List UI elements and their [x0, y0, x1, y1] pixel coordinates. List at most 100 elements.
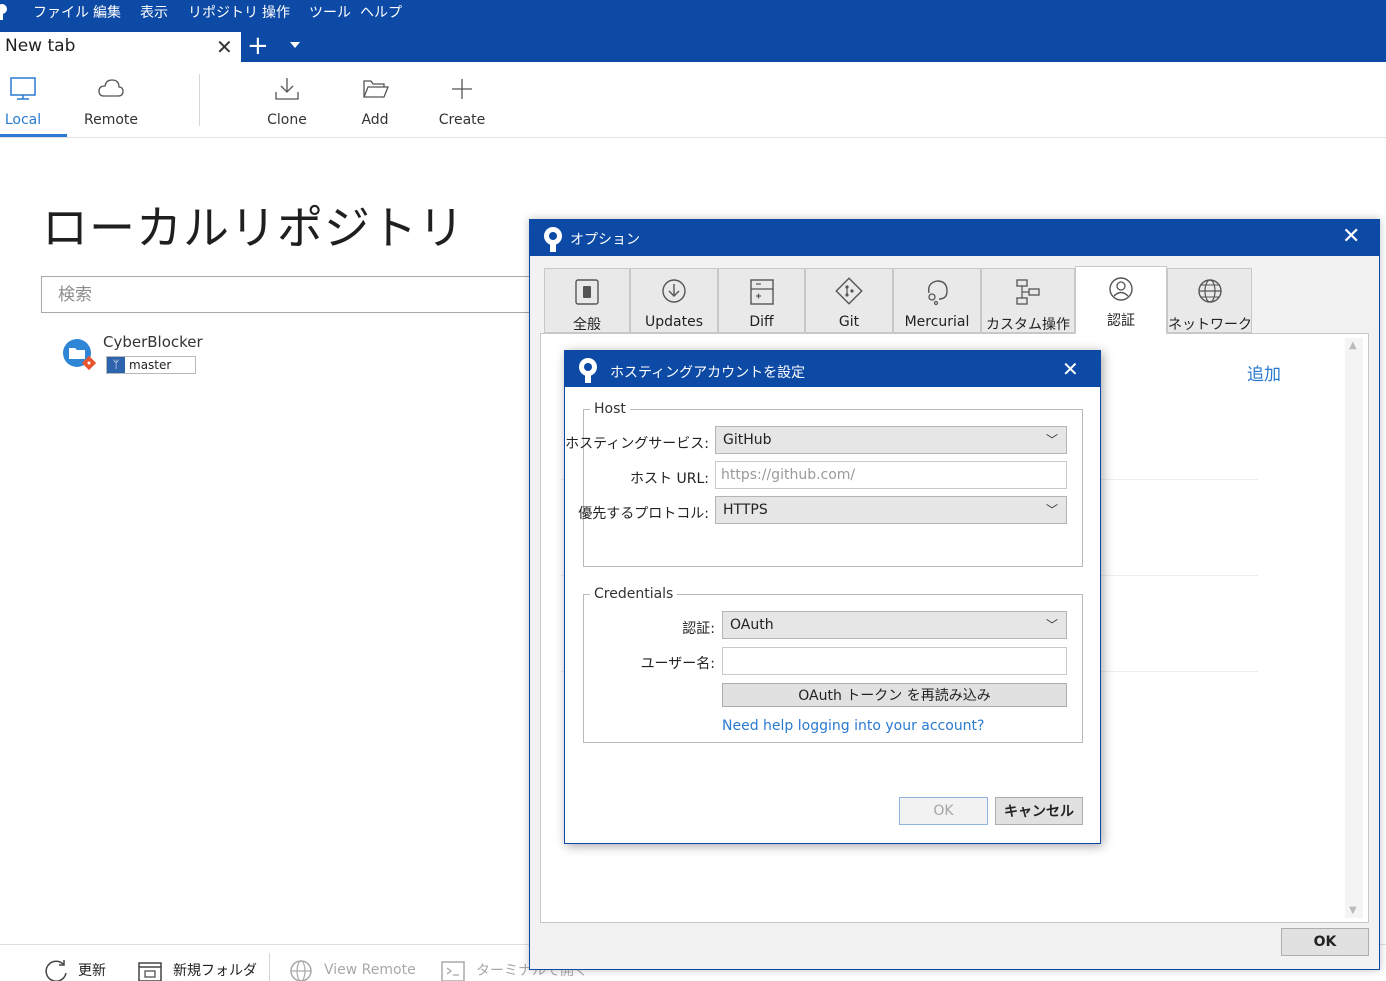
tab-mercurial-label: Mercurial — [904, 314, 970, 330]
chevron-down-icon: ﹀ — [1045, 618, 1058, 632]
view-remote-button[interactable]: View Remote — [288, 959, 416, 981]
menu-actions[interactable]: 操作 — [262, 3, 290, 23]
tab-updates[interactable]: Updates — [630, 268, 718, 333]
protocol-select[interactable]: HTTPS ﹀ — [715, 496, 1067, 524]
git-repository-icon — [63, 339, 96, 371]
add-label: Add — [361, 112, 389, 128]
active-tab-underline — [0, 134, 67, 137]
host-url-label: ホスト URL: — [630, 471, 709, 487]
terminal-icon — [441, 961, 465, 981]
globe-icon — [290, 960, 312, 981]
add-account-link[interactable]: 追加 — [1247, 360, 1281, 385]
host-url-input[interactable] — [716, 462, 1066, 488]
tab-git-label: Git — [838, 314, 860, 330]
remote-button[interactable]: Remote — [80, 62, 142, 138]
auth-label: 認証: — [682, 621, 715, 637]
tab-updates-label: Updates — [645, 314, 703, 330]
options-title: オプション — [570, 232, 640, 248]
new-folder-icon — [138, 962, 162, 981]
toolbar-separator — [199, 74, 200, 126]
tab-diff[interactable]: Diff — [718, 268, 805, 333]
username-field[interactable] — [722, 647, 1067, 675]
tab-authentication-label: 認証 — [1107, 313, 1135, 329]
hosting-cancel-button[interactable]: キャンセル — [995, 797, 1083, 825]
diff-icon — [749, 279, 774, 305]
refresh-button[interactable]: 更新 — [42, 959, 106, 981]
options-close-icon[interactable]: ✕ — [1342, 224, 1360, 249]
tab-general-label: 全般 — [573, 317, 601, 333]
local-label: Local — [4, 112, 42, 128]
branch-icon: ᛘ — [107, 357, 125, 373]
clone-button[interactable]: Clone — [262, 62, 312, 138]
tab-general[interactable]: 全般 — [544, 268, 630, 333]
repository-list-item[interactable]: CyberBlocker ᛘ master — [60, 330, 260, 378]
tab-mercurial[interactable]: Mercurial — [893, 268, 981, 333]
host-url-field[interactable] — [715, 461, 1067, 489]
add-tab-button[interactable]: + — [247, 31, 269, 61]
menu-tools[interactable]: ツール — [309, 3, 351, 23]
login-help-link[interactable]: Need help logging into your account? — [722, 718, 984, 734]
protocol-value: HTTPS — [723, 502, 768, 518]
cloud-icon — [98, 79, 124, 97]
view-remote-label: View Remote — [324, 962, 416, 978]
repository-name: CyberBlocker — [103, 333, 203, 351]
new-folder-button[interactable]: 新規フォルダ — [137, 959, 257, 981]
scroll-up-icon[interactable]: ▲ — [1349, 340, 1357, 351]
close-tab-icon[interactable]: ✕ — [216, 35, 233, 59]
tab-label: New tab — [5, 36, 76, 56]
scroll-down-icon[interactable]: ▼ — [1349, 905, 1357, 916]
options-titlebar: オプション ✕ — [530, 220, 1379, 256]
hosting-service-value: GitHub — [723, 432, 772, 448]
hosting-account-dialog: ホスティングアカウントを設定 ✕ Host ホスティングサービス: GitHub… — [564, 350, 1101, 844]
chevron-down-icon: ﹀ — [1045, 433, 1058, 447]
options-ok-button[interactable]: OK — [1281, 928, 1369, 956]
chevron-down-icon: ﹀ — [1045, 503, 1058, 517]
menu-file[interactable]: ファイル — [33, 3, 89, 23]
hosting-dialog-title: ホスティングアカウントを設定 — [610, 365, 806, 381]
username-input[interactable] — [723, 648, 1066, 674]
hosting-ok-button[interactable]: OK — [899, 797, 988, 825]
menu-bar: ファイル 編集 表示 リポジトリ 操作 ツール ヘルプ — [0, 0, 1386, 26]
hosting-dialog-close-icon[interactable]: ✕ — [1062, 357, 1079, 381]
tab-git[interactable]: Git — [805, 268, 893, 333]
tab-custom-actions[interactable]: カスタム操作 — [981, 268, 1075, 333]
git-icon — [835, 277, 863, 305]
mercurial-icon — [927, 280, 948, 306]
hosting-dialog-titlebar: ホスティングアカウントを設定 ✕ — [565, 351, 1100, 387]
tab-custom-actions-label: カスタム操作 — [986, 317, 1070, 333]
hosting-service-select[interactable]: GitHub ﹀ — [715, 426, 1067, 454]
credentials-legend: Credentials — [594, 586, 674, 602]
refresh-label: 更新 — [78, 963, 106, 979]
tab-authentication[interactable]: 認証 — [1075, 266, 1167, 334]
branch-badge: ᛘ master — [106, 356, 197, 374]
options-scrollbar[interactable]: ▲ ▼ — [1345, 338, 1363, 918]
menu-edit[interactable]: 編集 — [93, 3, 121, 23]
search-input[interactable] — [42, 277, 540, 312]
tab-dropdown-icon[interactable] — [290, 42, 300, 48]
menu-repository[interactable]: リポジトリ — [188, 3, 258, 23]
tab-new-tab[interactable]: New tab ✕ — [0, 32, 241, 62]
tab-diff-label: Diff — [749, 314, 774, 330]
branch-name: master — [129, 358, 172, 372]
search-box[interactable] — [41, 276, 541, 313]
menu-help[interactable]: ヘルプ — [360, 3, 402, 23]
menu-view[interactable]: 表示 — [140, 3, 168, 23]
tab-network[interactable]: ネットワーク — [1167, 268, 1252, 333]
auth-select[interactable]: OAuth ﹀ — [722, 611, 1067, 639]
monitor-icon — [10, 77, 36, 100]
flowchart-icon — [1016, 279, 1040, 305]
toolbar: Local Remote Clone Add Create — [0, 62, 1386, 138]
sourcetree-app-icon — [579, 358, 597, 383]
username-label: ユーザー名: — [640, 656, 715, 672]
tab-network-label: ネットワーク — [1168, 317, 1252, 333]
local-button[interactable]: Local — [0, 62, 46, 138]
globe-icon — [1197, 279, 1222, 303]
download-circle-icon — [662, 279, 686, 303]
create-label: Create — [438, 112, 486, 128]
host-legend: Host — [594, 401, 626, 417]
reload-oauth-token-button[interactable]: OAuth トークン を再読み込み — [722, 683, 1067, 707]
add-button[interactable]: Add — [350, 62, 400, 138]
switch-icon — [575, 279, 599, 305]
create-button[interactable]: Create — [437, 62, 487, 138]
remote-label: Remote — [83, 112, 139, 128]
